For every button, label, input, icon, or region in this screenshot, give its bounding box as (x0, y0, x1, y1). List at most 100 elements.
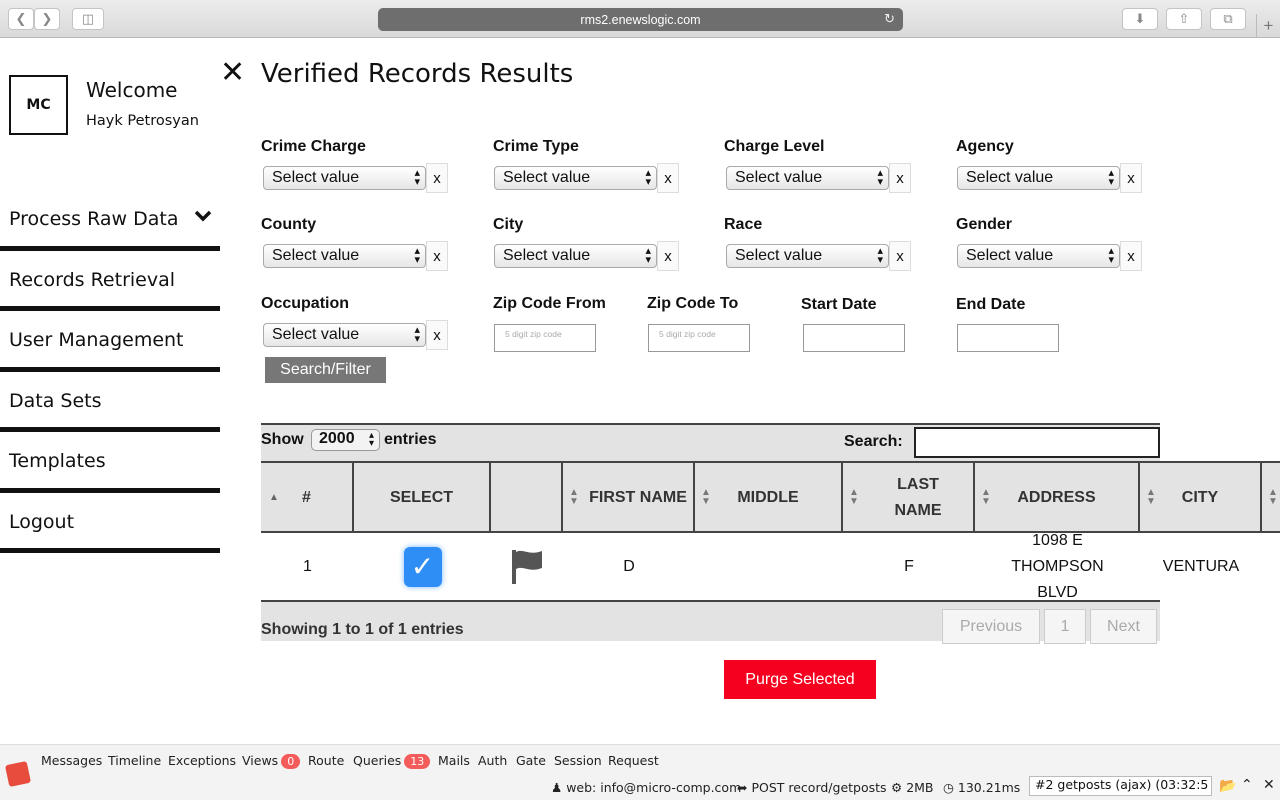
purge-selected-button[interactable]: Purge Selected (724, 660, 876, 699)
share-icon[interactable]: ⇧ (1166, 8, 1202, 30)
page-length-select[interactable]: 2000 ▴ ▾ (311, 429, 380, 451)
chevron-up-icon[interactable]: ⌃ (1241, 777, 1253, 793)
download-icon[interactable]: ⬇ (1122, 8, 1158, 30)
column-header-more[interactable]: ▲ ▼ (1262, 463, 1280, 531)
search-filter-button[interactable]: Search/Filter (265, 357, 386, 383)
start-date-input[interactable] (803, 324, 905, 352)
user-name: Hayk Petrosyan (86, 113, 199, 129)
race-clear-button[interactable]: x (889, 241, 911, 271)
next-button[interactable]: Next (1090, 609, 1157, 644)
debug-user: ♟ web: info@micro-comp.com (551, 780, 741, 795)
forward-icon[interactable]: ❯ (34, 8, 60, 30)
debugbar-logo-icon[interactable] (4, 760, 32, 788)
gender-select[interactable]: Select value ▴ ▾ (957, 244, 1120, 268)
debug-tab-exceptions[interactable]: Exceptions (168, 753, 236, 768)
sidebar-item-process-raw-data[interactable]: Process Raw Data (0, 190, 220, 251)
entries-label: entries (384, 431, 437, 448)
select-value: Select value (735, 169, 823, 186)
cell-city: VENTURA (1162, 557, 1240, 575)
sidebar-item-data-sets[interactable]: Data Sets (0, 372, 220, 432)
sidebar-item-records-retrieval[interactable]: Records Retrieval (0, 251, 220, 311)
select-arrows-icon: ▴ ▾ (1108, 245, 1114, 266)
sidebar-item-logout[interactable]: Logout (0, 493, 220, 553)
select-value: Select value (272, 326, 360, 343)
select-arrows-icon: ▴ ▾ (414, 324, 420, 345)
county-select[interactable]: Select value ▴ ▾ (263, 244, 426, 268)
debug-tab-auth[interactable]: Auth (478, 753, 507, 768)
column-header-middle[interactable]: ▲ ▼ MIDDLE (695, 463, 843, 531)
race-select[interactable]: Select value ▴ ▾ (726, 244, 889, 268)
page-1-button[interactable]: 1 (1044, 609, 1086, 644)
crime-charge-clear-button[interactable]: x (426, 163, 448, 193)
agency-label: Agency (956, 138, 1014, 155)
column-header-address[interactable]: ▲ ▼ ADDRESS (975, 463, 1140, 531)
debug-tab-gate[interactable]: Gate (516, 753, 546, 768)
logo: MC (9, 75, 68, 135)
charge-level-select[interactable]: Select value ▴ ▾ (726, 166, 889, 190)
occupation-clear-button[interactable]: x (426, 320, 448, 350)
sidebar-item-label: User Management (9, 329, 184, 352)
crime-type-clear-button[interactable]: x (657, 163, 679, 193)
debug-tab-queries[interactable]: Queries 13 (353, 753, 431, 769)
zip-from-input[interactable]: 5 digit zip code (494, 324, 596, 352)
column-header-select[interactable]: SELECT (354, 463, 491, 531)
debug-tab-mails[interactable]: Mails (438, 753, 470, 768)
debug-tab-views[interactable]: Views 0 (242, 753, 301, 769)
occupation-select[interactable]: Select value ▴ ▾ (263, 323, 426, 347)
column-label: ADDRESS (1017, 489, 1096, 506)
debug-route: ➦ POST record/getposts (737, 780, 887, 795)
zip-to-input[interactable]: 5 digit zip code (648, 324, 750, 352)
previous-button[interactable]: Previous (942, 609, 1040, 644)
column-header-last-name[interactable]: ▲ ▼ LAST NAME (843, 463, 975, 531)
route-text: POST record/getposts (751, 780, 887, 795)
flag-icon[interactable] (509, 548, 545, 586)
end-date-input[interactable] (957, 324, 1059, 352)
debug-time: ◷ 130.21ms (943, 780, 1020, 795)
column-label: CITY (1181, 489, 1219, 506)
tabs-icon[interactable]: ⧉ (1210, 8, 1246, 30)
debug-request-select[interactable]: #2 getposts (ajax) (03:32:5 (1029, 776, 1212, 796)
cell-first-name: D (623, 557, 635, 575)
select-value: Select value (735, 247, 823, 264)
debug-tab-route[interactable]: Route (308, 753, 344, 768)
debug-tab-timeline[interactable]: Timeline (108, 753, 161, 768)
close-icon[interactable]: ✕ (220, 58, 245, 88)
sidebar-menu: Process Raw Data Records Retrieval User … (0, 190, 220, 553)
new-tab-icon[interactable]: + (1256, 14, 1280, 38)
user-text: web: info@micro-comp.com (566, 780, 742, 795)
sidebar-item-templates[interactable]: Templates (0, 432, 220, 493)
chevron-down-icon[interactable] (194, 210, 212, 222)
back-icon[interactable]: ❮ (8, 8, 34, 30)
gender-clear-button[interactable]: x (1120, 241, 1142, 271)
row-select-checkbox[interactable]: ✓ (403, 546, 442, 587)
crime-charge-select[interactable]: Select value ▴ ▾ (263, 166, 426, 190)
folder-icon[interactable]: 📂 (1219, 778, 1236, 794)
table-row: 1 ✓ D F 1098 E THOMPSON BLVD VENTURA (261, 532, 1280, 601)
zip-from-label: Zip Code From (493, 295, 606, 312)
crime-type-label: Crime Type (493, 138, 579, 155)
sort-icon: ▲ ▼ (1146, 487, 1156, 507)
time-text: 130.21ms (957, 780, 1021, 795)
crime-type-select[interactable]: Select value ▴ ▾ (494, 166, 657, 190)
column-header-first-name[interactable]: ▲ ▼ FIRST NAME (563, 463, 695, 531)
address-bar[interactable]: rms2.enewslogic.com ↻ (378, 8, 903, 31)
debug-tab-session[interactable]: Session (554, 753, 602, 768)
sidebar-toggle-icon[interactable]: ◫ (72, 8, 104, 30)
agency-select[interactable]: Select value ▴ ▾ (957, 166, 1120, 190)
city-clear-button[interactable]: x (657, 241, 679, 271)
city-select[interactable]: Select value ▴ ▾ (494, 244, 657, 268)
table-search-input[interactable] (914, 427, 1160, 458)
debug-tab-request[interactable]: Request (608, 753, 659, 768)
share-arrow-icon: ➦ (737, 780, 752, 795)
clock-icon: ◷ (943, 780, 958, 795)
debug-tab-messages[interactable]: Messages (41, 753, 102, 768)
sort-asc-icon: ▲ (269, 492, 279, 503)
column-header-city[interactable]: ▲ ▼ CITY (1140, 463, 1262, 531)
agency-clear-button[interactable]: x (1120, 163, 1142, 193)
charge-level-clear-button[interactable]: x (889, 163, 911, 193)
column-header-number[interactable]: ▲ # (261, 463, 354, 531)
sidebar-item-user-management[interactable]: User Management (0, 311, 220, 372)
close-debugbar-icon[interactable]: ✕ (1263, 777, 1275, 793)
county-clear-button[interactable]: x (426, 241, 448, 271)
reload-icon[interactable]: ↻ (884, 11, 895, 27)
